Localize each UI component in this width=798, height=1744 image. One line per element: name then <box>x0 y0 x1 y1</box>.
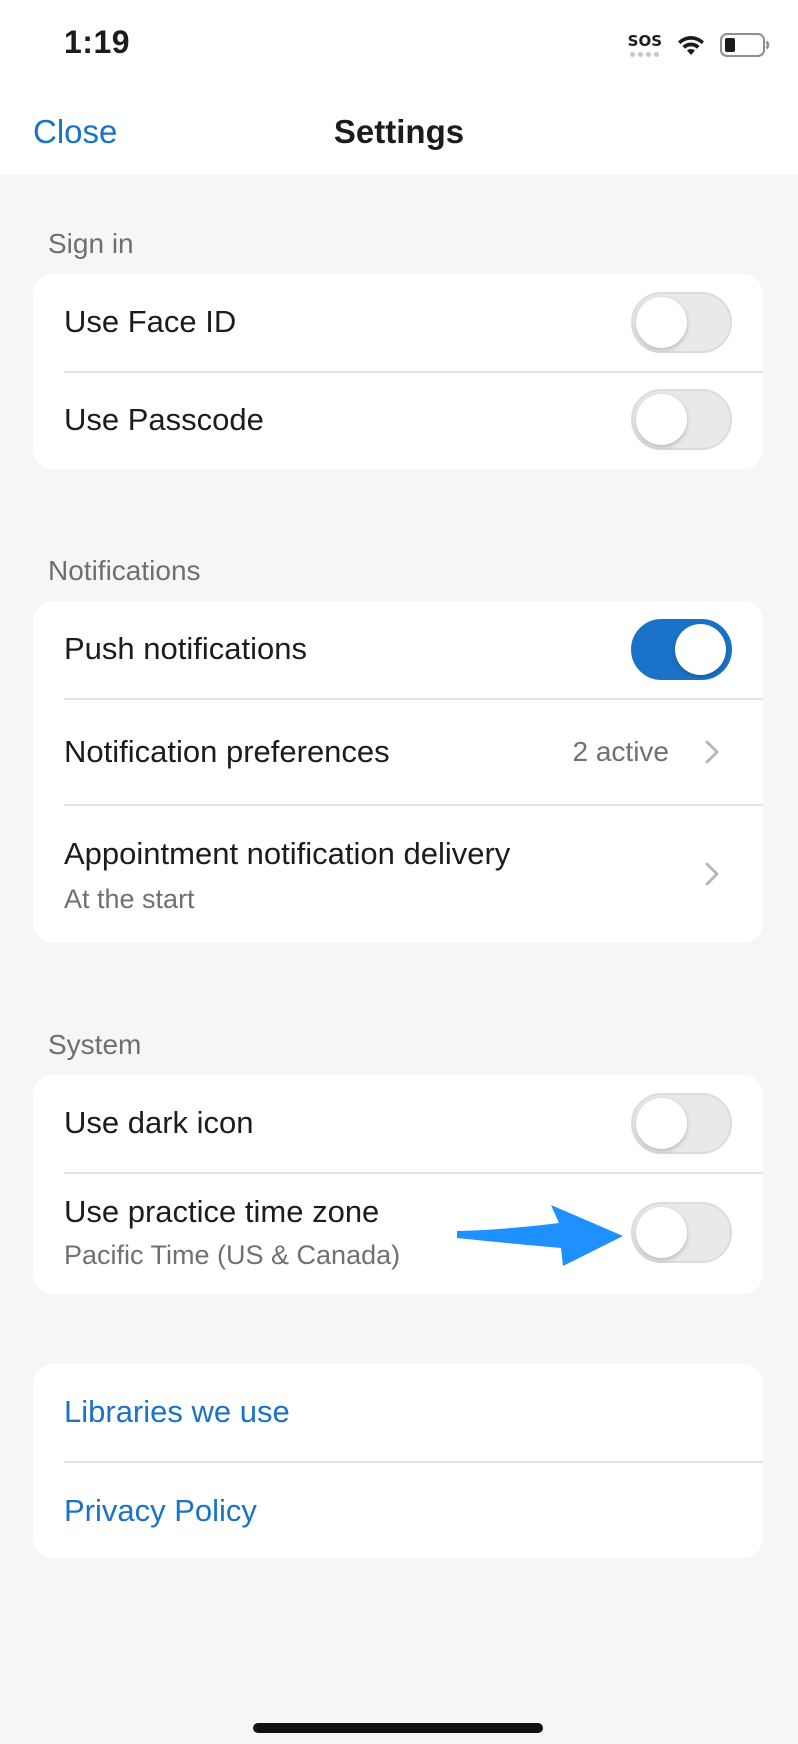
practice-time-zone-row: Use practice time zone Pacific Time (US … <box>33 1172 763 1294</box>
battery-icon <box>720 33 770 57</box>
practice-time-zone-label: Use practice time zone <box>64 1194 380 1229</box>
privacy-policy-link[interactable]: Privacy Policy <box>64 1493 257 1529</box>
chevron-right-icon <box>705 740 719 764</box>
sign-in-card: Use Face ID Use Passcode <box>33 274 763 469</box>
section-header-sign-in: Sign in <box>48 228 134 259</box>
home-indicator <box>253 1723 543 1733</box>
appointment-delivery-label: Appointment notification delivery <box>64 836 511 871</box>
practice-time-zone-value: Pacific Time (US & Canada) <box>64 1240 401 1270</box>
libraries-row[interactable]: Libraries we use <box>33 1364 763 1461</box>
notification-preferences-label: Notification preferences <box>64 734 390 769</box>
push-notifications-label: Push notifications <box>64 631 307 666</box>
push-notifications-toggle[interactable] <box>631 619 732 680</box>
wifi-icon <box>678 36 704 55</box>
top-bar: 1:19 SOS Settings Close <box>0 0 798 175</box>
system-card: Use dark icon Use practice time zone Pac… <box>33 1075 763 1294</box>
status-indicators: SOS <box>628 30 770 60</box>
dark-icon-row: Use dark icon <box>33 1075 763 1172</box>
status-time: 1:19 <box>64 24 131 60</box>
page-title: Settings <box>333 113 465 150</box>
privacy-row[interactable]: Privacy Policy <box>33 1461 763 1558</box>
passcode-toggle[interactable] <box>631 389 732 450</box>
notifications-card: Push notifications Notification preferen… <box>33 601 763 943</box>
sos-indicator: SOS <box>627 31 662 57</box>
appointment-delivery-row[interactable]: Appointment notification delivery At the… <box>33 804 763 943</box>
sos-label: SOS <box>627 31 662 50</box>
section-header-notifications: Notifications <box>48 555 201 586</box>
practice-time-zone-toggle[interactable] <box>631 1202 732 1263</box>
appointment-delivery-value: At the start <box>64 884 195 914</box>
annotation-arrow <box>457 1205 623 1266</box>
passcode-label: Use Passcode <box>64 402 264 437</box>
notification-preferences-value: 2 active <box>572 736 670 767</box>
face-id-label: Use Face ID <box>64 304 237 339</box>
close-button[interactable]: Close <box>33 113 117 151</box>
libraries-link[interactable]: Libraries we use <box>64 1394 290 1430</box>
notification-preferences-row[interactable]: Notification preferences 2 active <box>33 698 763 804</box>
about-card: Libraries we use Privacy Policy <box>33 1364 763 1558</box>
passcode-row: Use Passcode <box>33 371 763 469</box>
dark-icon-toggle[interactable] <box>631 1093 732 1154</box>
face-id-toggle[interactable] <box>631 292 732 353</box>
section-header-system: System <box>48 1029 142 1060</box>
push-notifications-row: Push notifications <box>33 601 763 698</box>
face-id-row: Use Face ID <box>33 274 763 371</box>
chevron-right-icon <box>705 862 719 886</box>
dark-icon-label: Use dark icon <box>64 1105 254 1140</box>
settings-screen: 1:19 SOS Settings Close Sign in Use Face… <box>0 0 798 1744</box>
